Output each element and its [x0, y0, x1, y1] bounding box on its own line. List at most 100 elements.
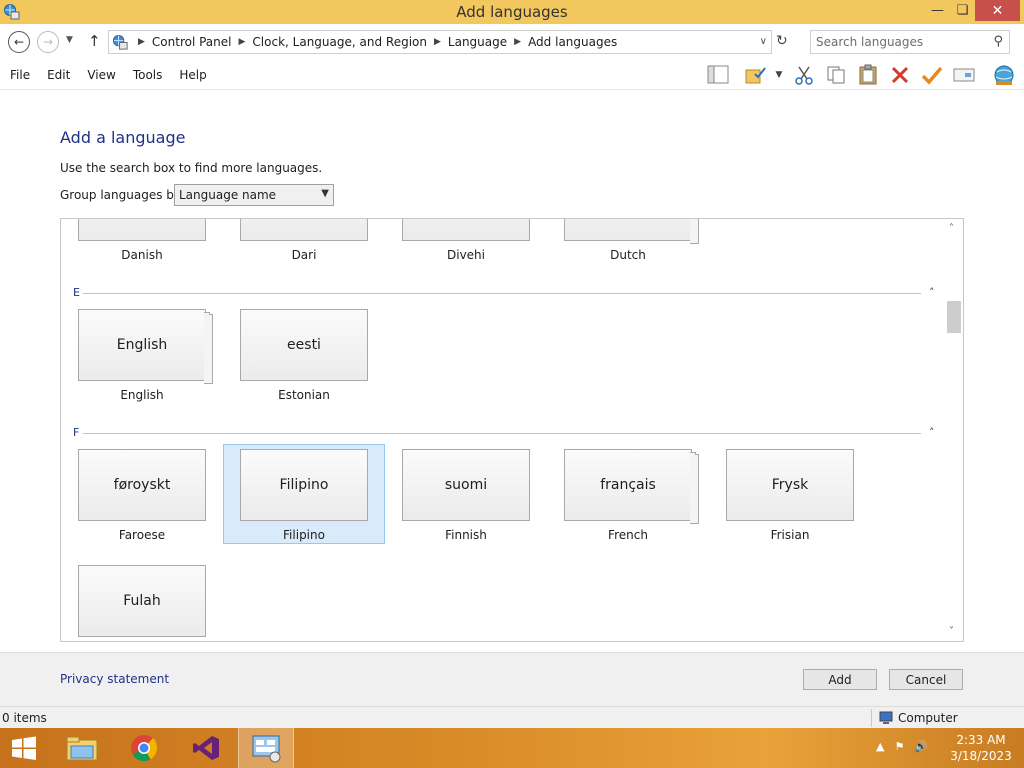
- maximize-button[interactable]: ❏: [950, 0, 975, 21]
- privacy-statement-link[interactable]: Privacy statement: [60, 672, 169, 686]
- delete-button[interactable]: [888, 64, 912, 86]
- language-tile-english[interactable]: English: [78, 309, 213, 384]
- back-button[interactable]: ←: [8, 31, 30, 53]
- address-bar[interactable]: ▶ Control Panel ▶ Clock, Language, and R…: [108, 30, 772, 54]
- language-tile-frisian[interactable]: Frysk: [726, 449, 854, 521]
- location-label: Computer: [898, 711, 958, 725]
- arrow-right-icon: →: [42, 35, 54, 49]
- language-tile-divehi[interactable]: [402, 219, 530, 241]
- copy-icon: [827, 66, 845, 84]
- recent-locations-dropdown[interactable]: ▼: [66, 35, 73, 45]
- up-button[interactable]: ↑: [88, 32, 101, 50]
- status-location: Computer: [878, 711, 958, 725]
- volume-icon[interactable]: 🔊: [914, 740, 928, 753]
- language-tile-faroese[interactable]: føroyskt: [78, 449, 206, 521]
- computer-icon: [879, 711, 893, 724]
- window-title: Add languages: [456, 3, 568, 21]
- title-bar: Add languages — ❏ ✕: [0, 0, 1024, 24]
- folder-check-button[interactable]: [744, 64, 768, 86]
- system-tray: ▲ ⚑ 🔊: [876, 740, 928, 753]
- search-box[interactable]: ⚲: [810, 30, 1010, 54]
- menu-view[interactable]: View: [87, 68, 115, 82]
- language-native-name: Frysk: [771, 477, 809, 493]
- language-caption: Divehi: [447, 248, 485, 262]
- taskbar-control-panel[interactable]: [238, 728, 294, 768]
- language-tile-danish[interactable]: [78, 219, 206, 241]
- menu-tools[interactable]: Tools: [133, 68, 163, 82]
- properties-button[interactable]: [952, 64, 976, 86]
- breadcrumb-add-languages[interactable]: Add languages: [528, 35, 617, 49]
- taskbar-visual-studio[interactable]: [178, 728, 234, 768]
- menu-file[interactable]: File: [10, 68, 30, 82]
- cut-icon: [795, 66, 813, 85]
- language-tile-estonian[interactable]: eesti: [240, 309, 368, 381]
- minimize-button[interactable]: —: [925, 0, 950, 21]
- language-caption: Dari: [291, 248, 317, 262]
- address-history-chevron-icon[interactable]: ∨: [760, 36, 767, 47]
- layout-button[interactable]: [706, 64, 730, 86]
- menu-help[interactable]: Help: [179, 68, 206, 82]
- show-hidden-icons-icon[interactable]: ▲: [876, 740, 884, 753]
- chevron-right-icon[interactable]: ▶: [514, 37, 521, 47]
- refresh-icon: ↻: [776, 33, 788, 49]
- language-caption: Filipino: [283, 528, 325, 542]
- language-native-name: Filipino: [279, 477, 329, 493]
- close-button[interactable]: ✕: [975, 0, 1020, 21]
- taskbar-chrome[interactable]: [116, 728, 172, 768]
- group-divider: [83, 293, 921, 294]
- language-tile-dutch[interactable]: [564, 219, 699, 244]
- chevron-down-icon: ▼: [66, 35, 73, 45]
- language-tile-fulah[interactable]: Fulah: [78, 565, 206, 637]
- search-input[interactable]: [816, 35, 986, 49]
- menu-edit[interactable]: Edit: [47, 68, 70, 82]
- copy-button[interactable]: [824, 64, 848, 86]
- breadcrumb-control-panel[interactable]: Control Panel: [152, 35, 232, 49]
- globe-icon: [994, 65, 1014, 85]
- breadcrumb: ▶ Control Panel ▶ Clock, Language, and R…: [131, 35, 617, 49]
- chevron-right-icon[interactable]: ▶: [239, 37, 246, 47]
- group-header-f: F: [73, 426, 80, 439]
- add-button[interactable]: Add: [803, 669, 877, 690]
- checkmark-icon: [921, 66, 943, 85]
- taskbar: ▲ ⚑ 🔊 2:33 AM 3/18/2023: [0, 728, 1024, 768]
- language-caption: English: [120, 388, 164, 402]
- refresh-button[interactable]: ↻: [776, 33, 788, 49]
- collapse-group-e-icon[interactable]: ˄: [929, 286, 935, 299]
- chevron-down-icon: ▼: [775, 70, 783, 80]
- apply-button[interactable]: [920, 64, 944, 86]
- dropdown-arrow[interactable]: ▼: [770, 64, 788, 86]
- start-button[interactable]: [0, 728, 48, 768]
- language-native-name: føroyskt: [113, 477, 171, 493]
- language-caption: French: [608, 528, 648, 542]
- cancel-button[interactable]: Cancel: [889, 669, 963, 690]
- language-caption: Faroese: [118, 528, 166, 542]
- language-tile-filipino[interactable]: Filipino: [240, 449, 368, 521]
- breadcrumb-language[interactable]: Language: [448, 35, 507, 49]
- navigation-bar: ← → ▼ ↑ ▶ Control Panel ▶ Clock, Languag…: [0, 24, 1024, 60]
- taskbar-file-explorer[interactable]: [54, 728, 110, 768]
- vertical-scrollbar[interactable]: ˄ ˅: [946, 219, 963, 641]
- globe-button[interactable]: [992, 64, 1016, 86]
- system-clock[interactable]: 2:33 AM 3/18/2023: [946, 732, 1016, 764]
- language-tile-finnish[interactable]: suomi: [402, 449, 530, 521]
- collapse-group-f-icon[interactable]: ˄: [929, 426, 935, 439]
- cut-button[interactable]: [792, 64, 816, 86]
- language-tile-french[interactable]: français: [564, 449, 699, 524]
- language-tile-dari[interactable]: [240, 219, 368, 241]
- scroll-down-icon[interactable]: ˅: [949, 626, 954, 637]
- language-caption: Danish: [121, 248, 163, 262]
- language-native-name: suomi: [444, 477, 488, 493]
- action-center-icon[interactable]: ⚑: [894, 740, 904, 753]
- chevron-right-icon[interactable]: ▶: [434, 37, 441, 47]
- layout-icon: [707, 65, 729, 84]
- breadcrumb-clock-language-region[interactable]: Clock, Language, and Region: [252, 35, 427, 49]
- scroll-up-icon[interactable]: ˄: [949, 223, 954, 234]
- paste-button[interactable]: [856, 64, 880, 86]
- group-by-select[interactable]: Language name ▼: [174, 184, 334, 206]
- scrollbar-thumb[interactable]: [947, 301, 961, 333]
- chevron-right-icon: ▶: [138, 37, 145, 47]
- clock-date: 3/18/2023: [950, 749, 1012, 763]
- chevron-down-icon: ▼: [321, 188, 329, 199]
- forward-button[interactable]: →: [37, 31, 59, 53]
- search-icon[interactable]: ⚲: [993, 34, 1003, 49]
